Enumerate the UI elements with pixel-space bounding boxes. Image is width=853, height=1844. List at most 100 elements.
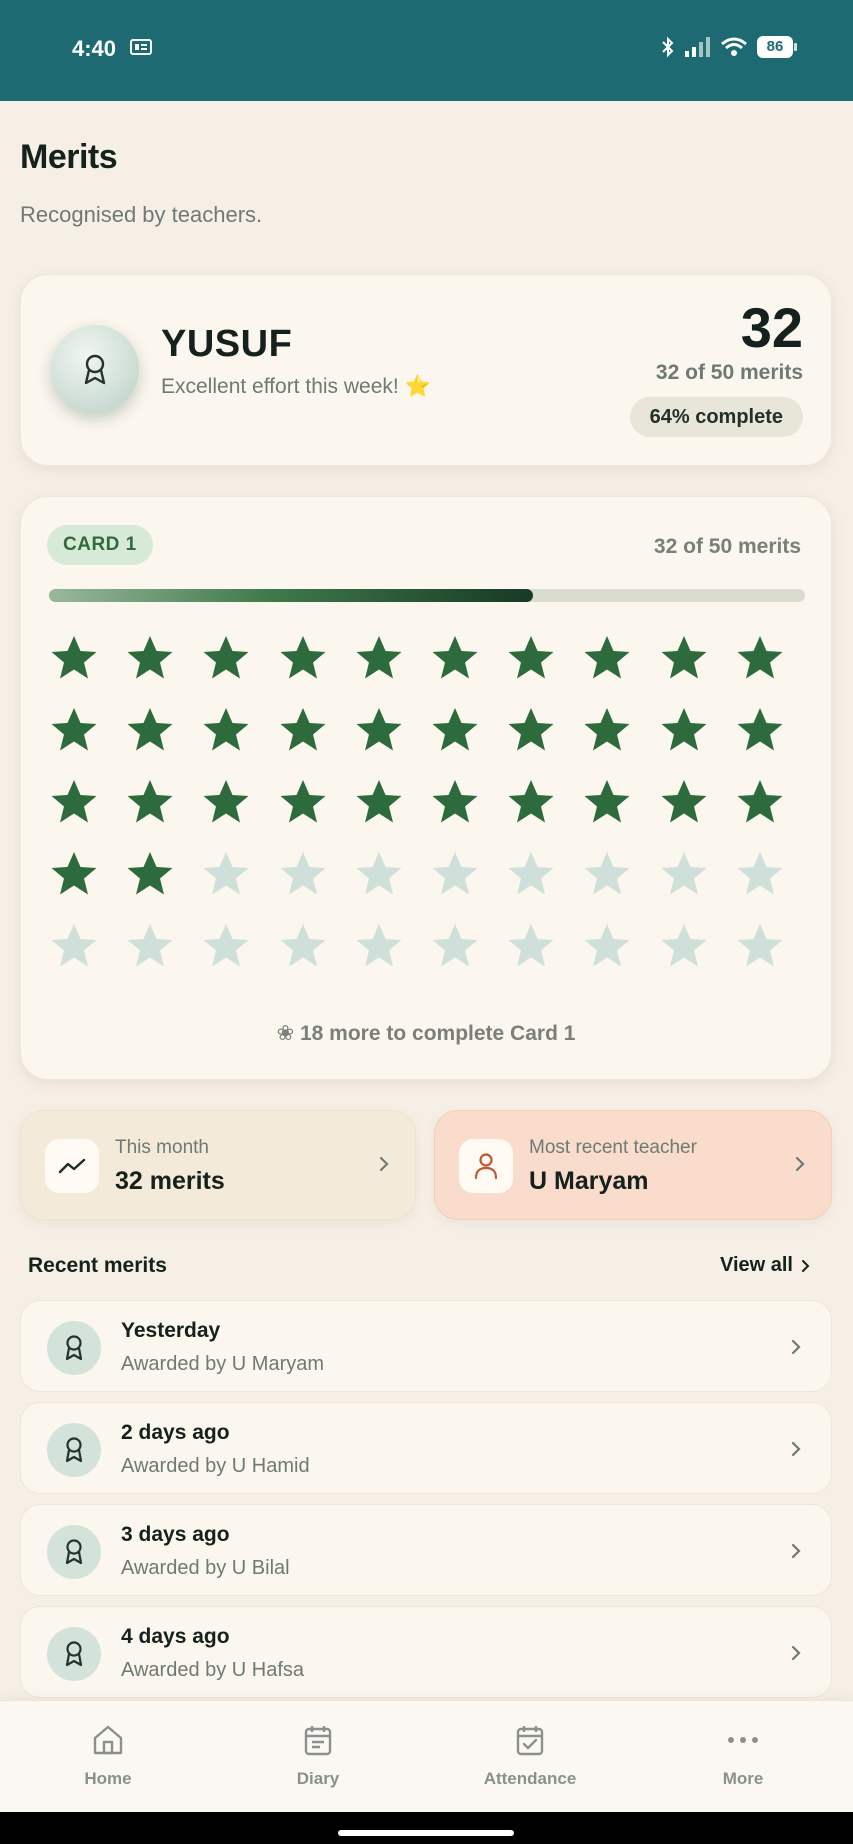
recent-teacher-tile[interactable]: Most recent teacher U Maryam: [434, 1110, 832, 1220]
tab-diary[interactable]: Diary: [248, 1721, 388, 1801]
star-earned-icon: [432, 636, 478, 679]
star-earned-icon: [737, 708, 783, 751]
tile-icon-box: [45, 1139, 99, 1193]
chevron-right-icon: [791, 1543, 801, 1559]
merit-awarded-by: Awarded by U Bilal: [121, 1557, 290, 1579]
merit-awarded-by: Awarded by U Hamid: [121, 1455, 310, 1477]
star-earned-icon: [127, 708, 173, 751]
star-empty-icon: [356, 852, 402, 895]
page-title: Merits: [20, 138, 118, 176]
star-empty-icon: [280, 852, 326, 895]
star-earned-icon: [51, 852, 97, 895]
award-ribbon-icon: [65, 1539, 83, 1565]
star-empty-icon: [280, 924, 326, 967]
status-time: 4:40: [72, 36, 117, 61]
tab-home[interactable]: Home: [38, 1721, 178, 1801]
merit-list-item[interactable]: 2 days ago Awarded by U Hamid: [20, 1402, 832, 1494]
merit-avatar: [47, 1627, 101, 1681]
merit-avatar: [47, 1423, 101, 1477]
chevron-right-icon: [791, 1339, 801, 1355]
merit-card: CARD 1 32 of 50 merits ❀ 18 more to comp…: [20, 496, 832, 1080]
recent-teacher-value: U Maryam: [529, 1167, 649, 1195]
star-empty-icon: [661, 924, 707, 967]
star-earned-icon: [432, 708, 478, 751]
bottom-tab-bar: Home Diary Attendance More: [0, 1700, 853, 1812]
merit-count: 32: [740, 296, 803, 359]
star-empty-icon: [51, 924, 97, 967]
star-empty-icon: [737, 852, 783, 895]
remaining-merits-text: ❀ 18 more to complete Card 1: [276, 1022, 576, 1045]
star-earned-icon: [203, 780, 249, 823]
person-icon: [474, 1153, 498, 1180]
completion-badge: 64% complete: [629, 397, 803, 437]
star-empty-icon: [508, 852, 554, 895]
star-earned-icon: [280, 708, 326, 751]
star-earned-icon: [51, 708, 97, 751]
this-month-value: 32 merits: [115, 1167, 225, 1195]
merit-date: 2 days ago: [121, 1421, 230, 1444]
student-name: YUSUF: [161, 323, 293, 365]
star-empty-icon: [432, 924, 478, 967]
star-empty-icon: [737, 924, 783, 967]
trend-chart-icon: [58, 1158, 86, 1174]
star-earned-icon: [508, 636, 554, 679]
wifi-icon: [721, 37, 747, 56]
student-avatar: [51, 325, 139, 413]
merit-list-item[interactable]: Yesterday Awarded by U Maryam: [20, 1300, 832, 1392]
merit-date: Yesterday: [121, 1319, 221, 1342]
home-icon: [93, 1725, 123, 1755]
award-ribbon-icon: [65, 1335, 83, 1361]
star-earned-icon: [51, 636, 97, 679]
status-icons: 86: [661, 36, 797, 58]
tab-attendance[interactable]: Attendance: [460, 1721, 600, 1801]
card-progress-text: 32 of 50 merits: [653, 535, 801, 558]
star-earned-icon: [584, 780, 630, 823]
merit-list-item[interactable]: 3 days ago Awarded by U Bilal: [20, 1504, 832, 1596]
star-earned-icon: [280, 780, 326, 823]
chevron-right-icon: [791, 1645, 801, 1661]
diary-icon: [304, 1726, 332, 1756]
star-earned-icon: [356, 780, 402, 823]
more-icon: [728, 1737, 758, 1743]
star-earned-icon: [508, 780, 554, 823]
star-empty-icon: [584, 852, 630, 895]
star-empty-icon: [508, 924, 554, 967]
view-all-link[interactable]: View all: [720, 1254, 811, 1277]
bluetooth-icon: [662, 36, 674, 58]
home-indicator[interactable]: [338, 1830, 514, 1836]
chevron-right-icon: [802, 1259, 810, 1272]
star-empty-icon: [661, 852, 707, 895]
student-summary-card: YUSUF Excellent effort this week! ⭐ 32 3…: [20, 274, 832, 466]
card-progress-fill: [49, 589, 533, 602]
award-ribbon-icon: [84, 354, 106, 385]
this-month-tile[interactable]: This month 32 merits: [20, 1110, 416, 1220]
signal-icon: [685, 37, 710, 57]
tab-label: Diary: [296, 1769, 340, 1788]
battery-indicator: 86: [757, 36, 797, 58]
card-label-badge: CARD 1: [47, 525, 153, 565]
star-earned-icon: [584, 636, 630, 679]
merit-date: 4 days ago: [121, 1625, 230, 1648]
tile-icon-box: [459, 1139, 513, 1193]
star-earned-icon: [127, 852, 173, 895]
page-subtitle: Recognised by teachers.: [20, 202, 263, 227]
merit-awarded-by: Awarded by U Hafsa: [121, 1659, 305, 1681]
merit-progress-text: 32 of 50 merits: [655, 361, 803, 384]
merit-avatar: [47, 1321, 101, 1375]
card-progress-bar: [49, 589, 805, 602]
merit-list-item[interactable]: 4 days ago Awarded by U Hafsa: [20, 1606, 832, 1698]
view-all-label: View all: [719, 1254, 793, 1276]
tab-label: More: [722, 1769, 764, 1788]
tab-more[interactable]: More: [673, 1721, 813, 1801]
star-earned-icon: [508, 708, 554, 751]
star-earned-icon: [661, 636, 707, 679]
star-earned-icon: [661, 708, 707, 751]
star-earned-icon: [356, 636, 402, 679]
award-ribbon-icon: [65, 1437, 83, 1463]
tab-label: Attendance: [483, 1769, 577, 1788]
star-empty-icon: [356, 924, 402, 967]
merit-awarded-by: Awarded by U Maryam: [121, 1353, 325, 1375]
merit-date: 3 days ago: [121, 1523, 230, 1546]
star-empty-icon: [203, 852, 249, 895]
star-earned-icon: [356, 708, 402, 751]
